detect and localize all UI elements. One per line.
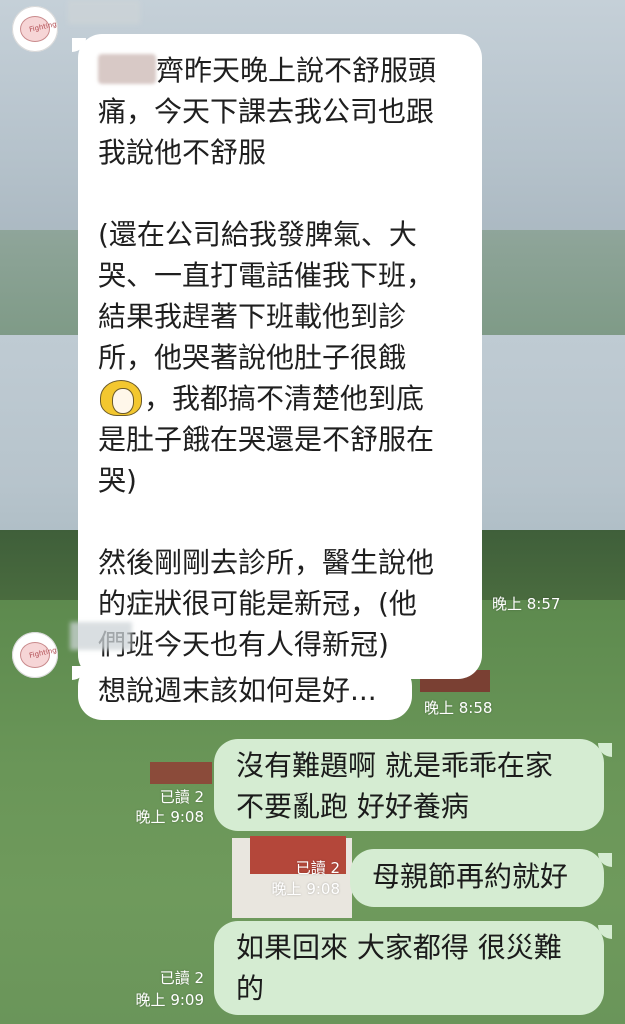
bg-barn: [150, 762, 212, 784]
message-text: 沒有難題啊 就是乖乖在家 不要亂跑 好好養病: [236, 749, 553, 823]
redacted-name: [98, 54, 156, 84]
message-time: 晚上 9:09: [135, 991, 204, 1009]
sender-name-blurred: [70, 622, 132, 650]
sticker-emoji-icon: [98, 378, 144, 418]
message-time: 晚上 9:08: [271, 880, 340, 898]
message-bubble-incoming[interactable]: 齊昨天晚上說不舒服頭 痛，今天下課去我公司也跟 我說他不舒服 (還在公司給我發脾…: [78, 34, 482, 679]
avatar-icon: Fighting: [20, 642, 57, 668]
message-bubble-outgoing[interactable]: 母親節再約就好: [350, 849, 604, 907]
message-bubble-outgoing[interactable]: 沒有難題啊 就是乖乖在家 不要亂跑 好好養病: [214, 739, 604, 831]
message-time: 晚上 9:08: [135, 808, 204, 826]
read-receipt: 已讀 2: [295, 859, 340, 877]
message-bubble-incoming[interactable]: 想說週末該如何是好...: [78, 662, 412, 720]
message-bubble-outgoing[interactable]: 如果回來 大家都得 很災難 的: [214, 921, 604, 1015]
avatar-icon: Fighting: [20, 16, 57, 42]
message-time: 晚上 8:57: [492, 595, 561, 613]
message-text: 想說週末該如何是好...: [98, 674, 377, 707]
sender-avatar[interactable]: Fighting: [12, 632, 58, 678]
read-receipt: 已讀 2: [159, 788, 204, 806]
sender-avatar[interactable]: Fighting: [12, 6, 58, 52]
message-text: 齊昨天晚上說不舒服頭 痛，今天下課去我公司也跟 我說他不舒服 (還在公司給我發脾…: [98, 54, 437, 374]
sender-name-blurred: [68, 0, 140, 24]
read-receipt: 已讀 2: [159, 969, 204, 987]
message-text: 如果回來 大家都得 很災難 的: [236, 931, 562, 1005]
message-text: ，我都搞不清楚他到底 是肚子餓在哭還是不舒服在 哭) 然後剛剛去診所，醫生說他 …: [98, 382, 435, 661]
message-time: 晚上 8:58: [424, 699, 493, 717]
message-text: 母親節再約就好: [372, 860, 569, 893]
